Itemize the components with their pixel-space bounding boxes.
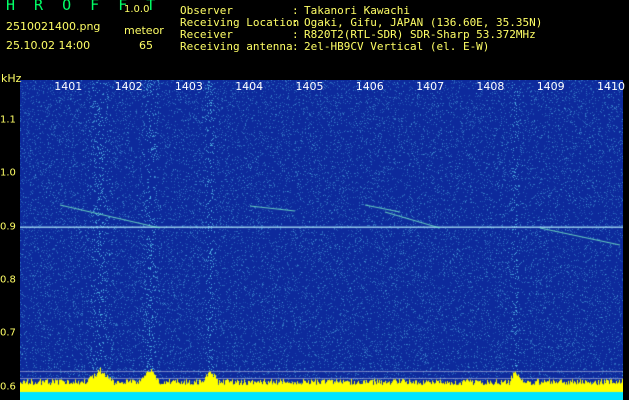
meteor-count: 65 [139,39,153,52]
y-tick-label: 1.1 [0,114,16,126]
x-tick-label: 1404 [235,80,264,93]
x-tick-label: 1409 [536,80,565,93]
x-tick-label: 1401 [54,80,83,93]
meteor-label: meteor [124,24,164,37]
y-axis-unit: kHz [1,72,22,85]
x-tick-label: 1406 [355,80,384,93]
y-tick-label: 0.8 [0,274,16,286]
x-tick-label: 1407 [416,80,445,93]
y-tick-label: 0.9 [0,221,16,233]
x-tick-label: 1402 [114,80,143,93]
y-tick-label: 1.0 [0,167,16,179]
x-tick-label: 1408 [476,80,505,93]
x-tick-label: 1410 [597,80,625,93]
y-tick-label: 0.7 [0,327,16,339]
antenna-separator: : [292,40,299,53]
x-tick-label: 1403 [174,80,203,93]
x-tick-label: 1405 [295,80,324,93]
antenna-value: 2el-HB9CV Vertical (el. E-W) [304,40,490,53]
app-version: 1.0.0 [124,4,150,15]
antenna-label: Receiving antenna [180,40,293,53]
date-time: 25.10.02 14:00 [6,39,91,52]
y-tick-label: 0.6 [0,381,16,393]
file-name: 2510021400.png [6,20,101,33]
spectrogram-plot [20,80,623,400]
